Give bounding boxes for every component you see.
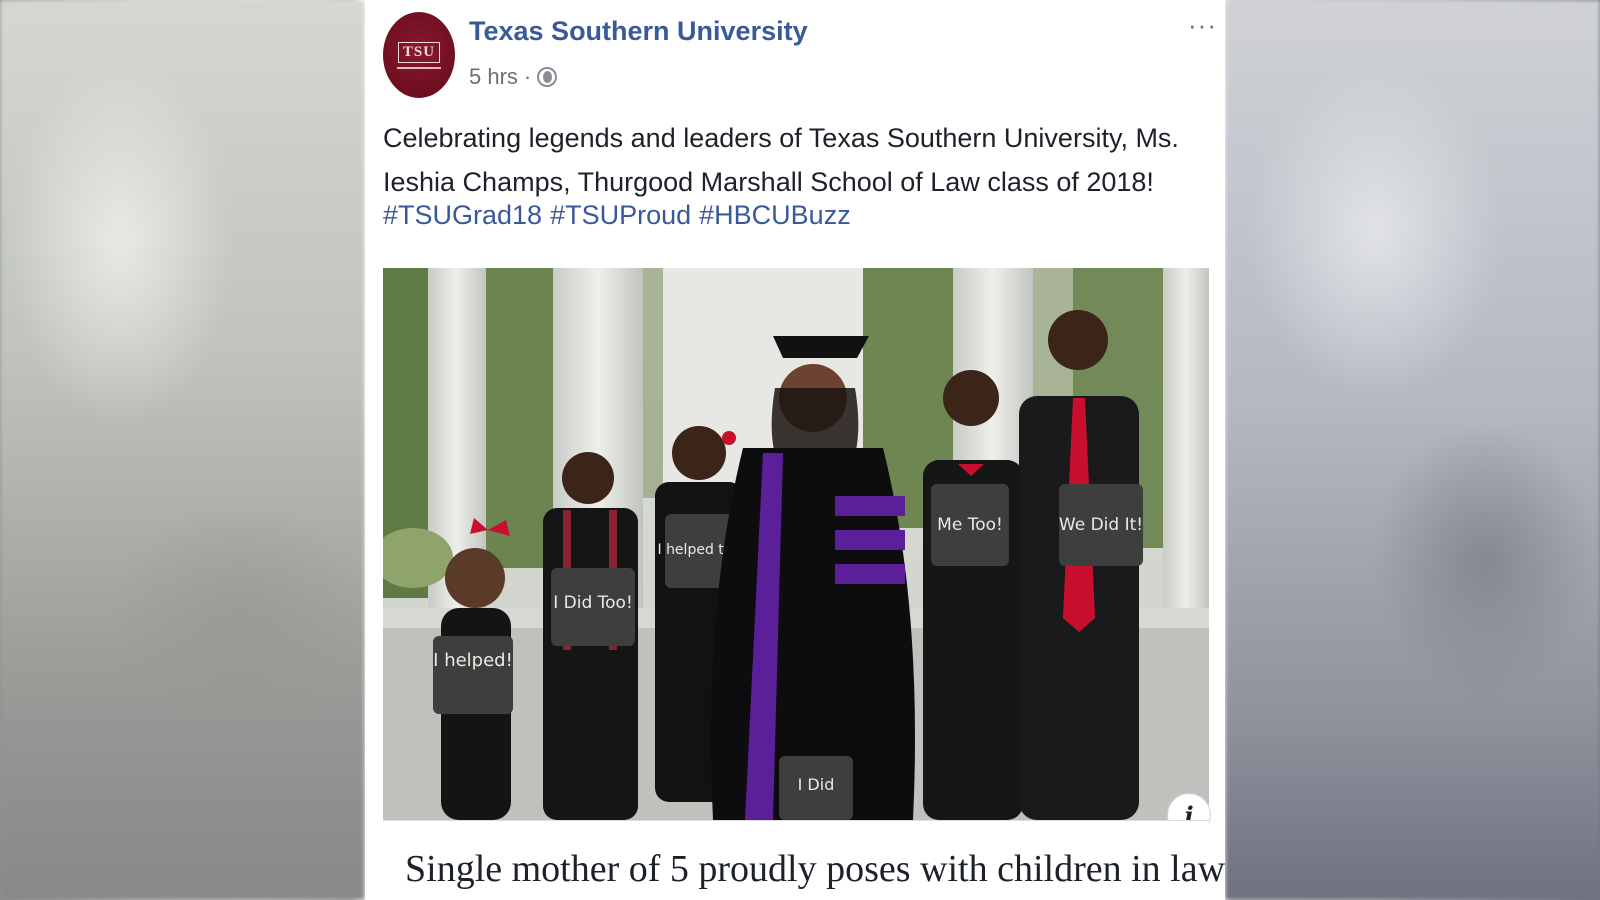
- svg-text:I Did Too!: I Did Too!: [553, 593, 633, 613]
- page-avatar[interactable]: TSU: [383, 12, 455, 98]
- post-meta: 5 hrs ·: [469, 64, 558, 90]
- post-timestamp[interactable]: 5 hrs: [469, 64, 518, 90]
- hashtag-tsugrad18[interactable]: #TSUGrad18: [383, 200, 542, 231]
- svg-text:I Did: I Did: [798, 775, 835, 794]
- globe-icon: [537, 67, 558, 87]
- post-photo[interactable]: I helped! I Did Too! I helped too! I Did…: [383, 268, 1209, 820]
- link-preview[interactable]: Single mother of 5 proudly poses with ch…: [383, 820, 1225, 900]
- hashtag-list: #TSUGrad18 #TSUProud #HBCUBuzz: [383, 200, 851, 231]
- svg-text:Me Too!: Me Too!: [937, 515, 1003, 535]
- svg-text:We Did It!: We Did It!: [1059, 515, 1143, 535]
- svg-text:I helped!: I helped!: [433, 650, 513, 671]
- page-name-link[interactable]: Texas Southern University: [469, 16, 808, 47]
- link-headline[interactable]: Single mother of 5 proudly poses with ch…: [405, 847, 1225, 891]
- hashtag-hbcubuzz[interactable]: #HBCUBuzz: [699, 200, 851, 231]
- avatar-logo-line: [397, 66, 441, 69]
- more-options-icon[interactable]: ···: [1188, 10, 1217, 41]
- blurred-background-left: [0, 0, 365, 900]
- family-graduation-photo: I helped! I Did Too! I helped too! I Did…: [383, 268, 1209, 820]
- sign-i-helped: [433, 636, 513, 714]
- facebook-post: TSU Texas Southern University 5 hrs · ··…: [365, 0, 1225, 900]
- avatar-logo-text: TSU: [397, 41, 441, 63]
- post-message: Celebrating legends and leaders of Texas…: [383, 123, 1179, 197]
- meta-separator: ·: [523, 64, 532, 89]
- hashtag-tsuproud[interactable]: #TSUProud: [550, 200, 691, 231]
- blurred-background-right: [1225, 0, 1600, 900]
